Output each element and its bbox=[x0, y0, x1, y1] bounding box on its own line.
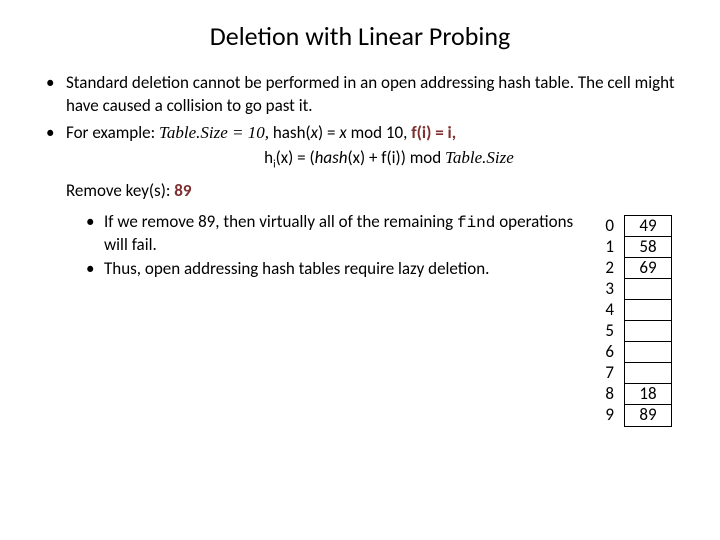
remove-value: 89 bbox=[174, 180, 191, 201]
idx-2: 2 bbox=[605, 257, 616, 278]
f-hash: hash bbox=[315, 147, 348, 168]
cell-1: 58 bbox=[625, 237, 671, 258]
f-d: (x) + f(i)) mod bbox=[347, 147, 445, 168]
sub-bullets: If we remove 89, then virtually all of t… bbox=[86, 211, 585, 427]
idx-9: 9 bbox=[605, 404, 616, 425]
idx-5: 5 bbox=[605, 320, 616, 341]
lower-section: If we remove 89, then virtually all of t… bbox=[38, 211, 682, 427]
b2-tablesize: Table.Size = 10, bbox=[159, 123, 269, 142]
table-cells: 49 58 69 18 89 bbox=[624, 215, 672, 427]
sub-bullet-2: Thus, open addressing hash tables requir… bbox=[86, 258, 585, 280]
b2-text-e: ) = bbox=[318, 122, 339, 143]
b2-x1: x bbox=[311, 122, 318, 143]
idx-6: 6 bbox=[605, 341, 616, 362]
sub-bullet-1: If we remove 89, then virtually all of t… bbox=[86, 211, 585, 256]
remove-label: Remove key(s): bbox=[66, 180, 174, 201]
cell-7 bbox=[625, 363, 671, 384]
b2-x2: x bbox=[339, 122, 346, 143]
cell-9: 89 bbox=[625, 405, 671, 426]
sb1-find: find bbox=[457, 214, 495, 232]
cell-3 bbox=[625, 279, 671, 300]
hash-table: 0 1 2 3 4 5 6 7 8 9 49 58 69 18 89 bbox=[605, 215, 672, 427]
cell-4 bbox=[625, 300, 671, 321]
bullet-1: Standard deletion cannot be performed in… bbox=[38, 72, 682, 118]
b2-text-a: For example: bbox=[66, 122, 159, 143]
idx-7: 7 bbox=[605, 362, 616, 383]
b2-text-c: hash( bbox=[269, 122, 311, 143]
sb1-a: If we remove 89, then virtually all of t… bbox=[104, 211, 457, 232]
f-b: (x) = ( bbox=[276, 147, 315, 168]
idx-0: 0 bbox=[605, 215, 616, 236]
idx-8: 8 bbox=[605, 383, 616, 404]
remove-line: Remove key(s): 89 bbox=[38, 180, 682, 201]
cell-2: 69 bbox=[625, 258, 671, 279]
cell-8: 18 bbox=[625, 384, 671, 405]
idx-3: 3 bbox=[605, 278, 616, 299]
f-tablesize: Table.Size bbox=[445, 148, 514, 167]
table-indices: 0 1 2 3 4 5 6 7 8 9 bbox=[605, 215, 616, 425]
main-bullets: Standard deletion cannot be performed in… bbox=[38, 72, 682, 172]
cell-5 bbox=[625, 321, 671, 342]
bullet-2: For example: Table.Size = 10, hash(x) = … bbox=[38, 122, 682, 172]
idx-1: 1 bbox=[605, 236, 616, 257]
slide-title: Deletion with Linear Probing bbox=[38, 20, 682, 52]
f-h: h bbox=[264, 147, 273, 168]
b2-fi: f(i) = i, bbox=[411, 122, 456, 143]
b2-text-g: mod 10, bbox=[347, 122, 411, 143]
cell-6 bbox=[625, 342, 671, 363]
hash-formula: hi(x) = (hash(x) + f(i)) mod Table.Size bbox=[66, 147, 682, 172]
idx-4: 4 bbox=[605, 299, 616, 320]
cell-0: 49 bbox=[625, 216, 671, 237]
